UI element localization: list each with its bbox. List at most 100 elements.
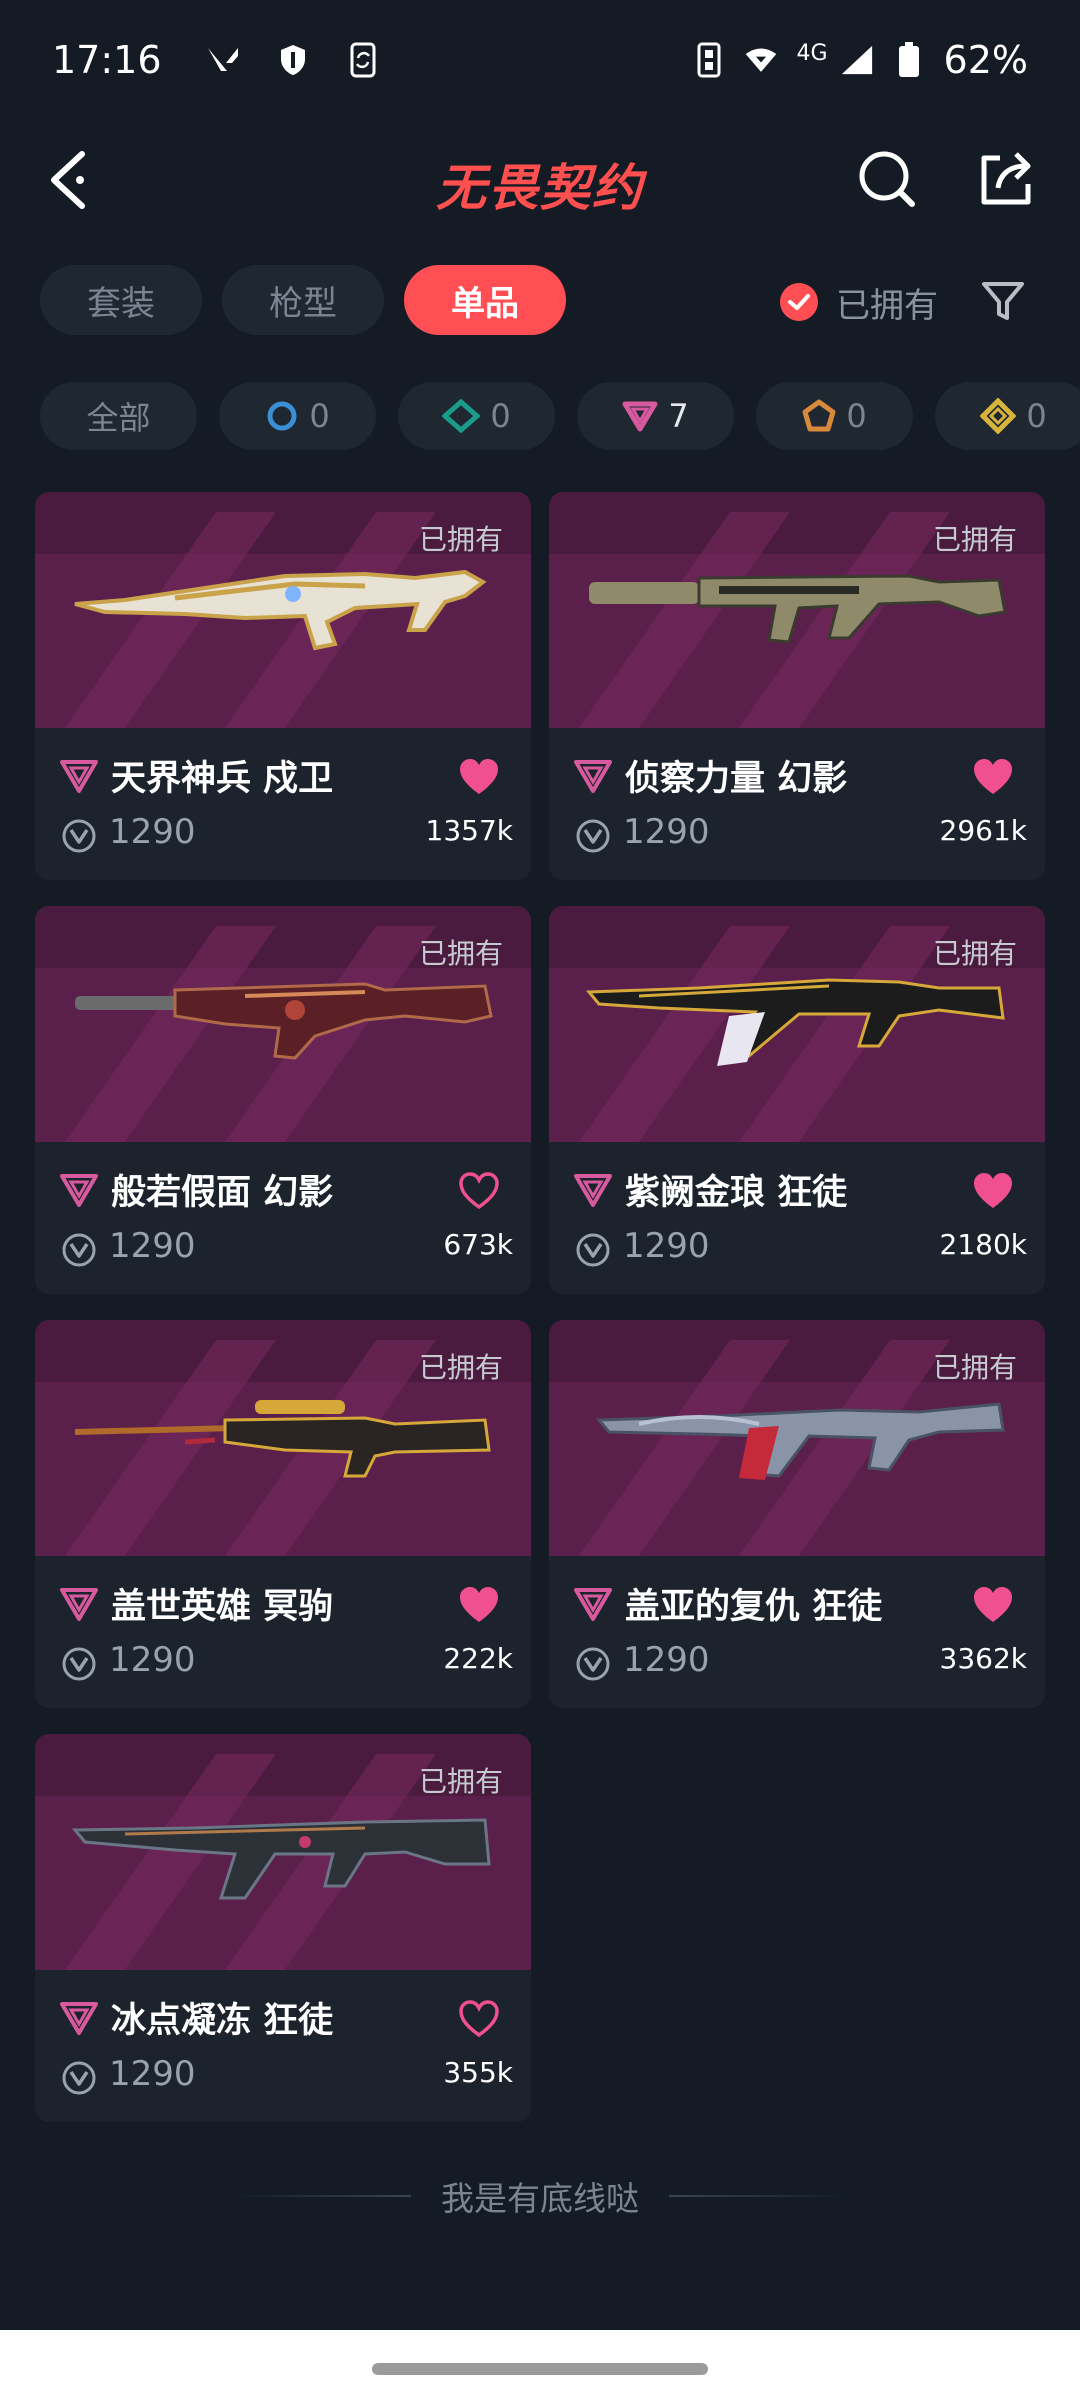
like-count: 1357k xyxy=(425,814,513,847)
share-button[interactable] xyxy=(970,144,1040,214)
like-count: 2180k xyxy=(939,1228,1027,1261)
tier-filter-chips: 全部 0 0 7 0 0 xyxy=(40,382,1080,452)
valorant-notification-icon xyxy=(206,43,240,77)
like-count: 673k xyxy=(443,1228,513,1261)
owned-label: 已拥有 xyxy=(932,523,1017,556)
item-price: 1290 xyxy=(109,2054,196,2094)
chip-premium-tier[interactable]: 7 xyxy=(577,382,734,450)
item-card[interactable]: 已拥有 侦察力量 幻影 1290 2961k xyxy=(549,492,1045,880)
owned-filter-label: 已拥有 xyxy=(836,285,938,326)
item-name: 盖亚的复仇 狂徒 xyxy=(625,1587,883,1627)
item-name: 侦察力量 幻影 xyxy=(625,759,848,799)
item-price: 1290 xyxy=(109,1640,196,1680)
premium-tier-icon xyxy=(622,401,658,432)
heart-filled-icon[interactable] xyxy=(457,1584,501,1626)
search-button[interactable] xyxy=(852,144,922,214)
checkmark-icon xyxy=(780,283,818,321)
premium-tier-icon xyxy=(574,1588,612,1621)
home-gesture-bar[interactable] xyxy=(372,2363,708,2375)
item-price: 1290 xyxy=(623,1226,710,1266)
end-of-list-text: 我是有底线哒 xyxy=(441,2179,639,2218)
status-bar: 17:16 4G 62% xyxy=(0,0,1080,120)
item-card[interactable]: 已拥有 冰点凝冻 狂徒 1290 355k xyxy=(35,1734,531,2122)
item-image: 已拥有 xyxy=(35,906,531,1142)
vp-currency-icon xyxy=(62,1647,96,1681)
chip-count: 0 xyxy=(490,397,511,435)
owned-label: 已拥有 xyxy=(418,1351,503,1384)
tab-single-items[interactable]: 单品 xyxy=(404,265,566,335)
battery-icon xyxy=(892,42,926,77)
item-price: 1290 xyxy=(623,1640,710,1680)
vp-currency-icon xyxy=(62,1233,96,1267)
chip-count: 0 xyxy=(1026,397,1047,435)
item-name: 紫阙金琅 狂徒 xyxy=(625,1173,848,1213)
chip-count: 0 xyxy=(846,397,867,435)
funnel-icon xyxy=(982,282,1024,320)
like-count: 3362k xyxy=(939,1642,1027,1675)
heart-filled-icon[interactable] xyxy=(971,756,1015,798)
heart-filled-icon[interactable] xyxy=(971,1170,1015,1212)
item-name: 冰点凝冻 狂徒 xyxy=(111,2001,334,2041)
divider xyxy=(669,2195,849,2197)
vp-currency-icon xyxy=(62,819,96,853)
nfc-icon xyxy=(692,42,726,78)
category-tabs: 套装 枪型 单品 xyxy=(40,265,566,335)
owned-filter-toggle[interactable]: 已拥有 xyxy=(780,272,938,332)
premium-tier-icon xyxy=(574,760,612,793)
wifi-icon xyxy=(744,43,778,77)
filter-button[interactable] xyxy=(978,276,1028,326)
like-count: 2961k xyxy=(939,814,1027,847)
premium-tier-icon xyxy=(60,1174,98,1207)
heart-outline-icon[interactable] xyxy=(457,1170,501,1212)
app-header: 无畏契约 xyxy=(0,130,1080,230)
premium-tier-icon xyxy=(574,1174,612,1207)
item-image: 已拥有 xyxy=(549,906,1045,1142)
rifle-image xyxy=(595,1402,1005,1480)
item-card[interactable]: 已拥有 盖亚的复仇 狂徒 1290 3362k xyxy=(549,1320,1045,1708)
item-image: 已拥有 xyxy=(549,1320,1045,1556)
end-of-list-indicator: 我是有底线哒 xyxy=(0,2172,1080,2220)
heart-filled-icon[interactable] xyxy=(971,1584,1015,1626)
item-name: 天界神兵 戍卫 xyxy=(111,759,334,799)
owned-label: 已拥有 xyxy=(418,937,503,970)
chip-all-label: 全部 xyxy=(86,399,151,437)
rifle-image xyxy=(71,1818,491,1900)
chip-count: 7 xyxy=(668,397,689,435)
rifle-image xyxy=(74,569,487,651)
chip-deluxe-tier[interactable]: 0 xyxy=(398,382,555,450)
chip-exclusive-tier[interactable]: 0 xyxy=(756,382,913,450)
item-name: 般若假面 幻影 xyxy=(111,1173,334,1213)
item-name: 盖世英雄 冥驹 xyxy=(111,1587,334,1627)
item-card[interactable]: 已拥有 紫阙金琅 狂徒 1290 2180k xyxy=(549,906,1045,1294)
item-price: 1290 xyxy=(623,812,710,852)
like-count: 222k xyxy=(443,1642,513,1675)
sniper-rifle-image xyxy=(74,1400,491,1478)
item-price: 1290 xyxy=(109,1226,196,1266)
item-image: 已拥有 xyxy=(35,492,531,728)
item-card[interactable]: 已拥有 盖世英雄 冥驹 1290 222k xyxy=(35,1320,531,1708)
item-image: 已拥有 xyxy=(35,1734,531,1970)
premium-tier-icon xyxy=(60,1588,98,1621)
owned-label: 已拥有 xyxy=(418,1765,503,1798)
ultra-tier-icon xyxy=(980,398,1017,434)
owned-label: 已拥有 xyxy=(932,937,1017,970)
item-card[interactable]: 已拥有 天界神兵 戍卫 1290 1357k xyxy=(35,492,531,880)
premium-tier-icon xyxy=(60,2002,98,2035)
like-count: 355k xyxy=(443,2056,513,2089)
item-card[interactable]: 已拥有 般若假面 幻影 1290 673k xyxy=(35,906,531,1294)
chip-all[interactable]: 全部 xyxy=(40,382,197,450)
rifle-image xyxy=(589,574,1007,644)
heart-filled-icon[interactable] xyxy=(457,756,501,798)
deluxe-tier-icon xyxy=(442,399,481,433)
vp-currency-icon xyxy=(576,819,610,853)
heart-outline-icon[interactable] xyxy=(457,1998,501,2040)
chip-select-tier[interactable]: 0 xyxy=(219,382,376,450)
tab-bundles[interactable]: 套装 xyxy=(40,265,202,335)
vp-currency-icon xyxy=(62,2061,96,2095)
share-icon xyxy=(981,152,1031,205)
chip-ultra-tier[interactable]: 0 xyxy=(935,382,1080,450)
tab-weapon-types[interactable]: 枪型 xyxy=(222,265,384,335)
chip-count: 0 xyxy=(309,397,330,435)
search-icon xyxy=(859,151,915,207)
shield-icon xyxy=(276,43,310,77)
